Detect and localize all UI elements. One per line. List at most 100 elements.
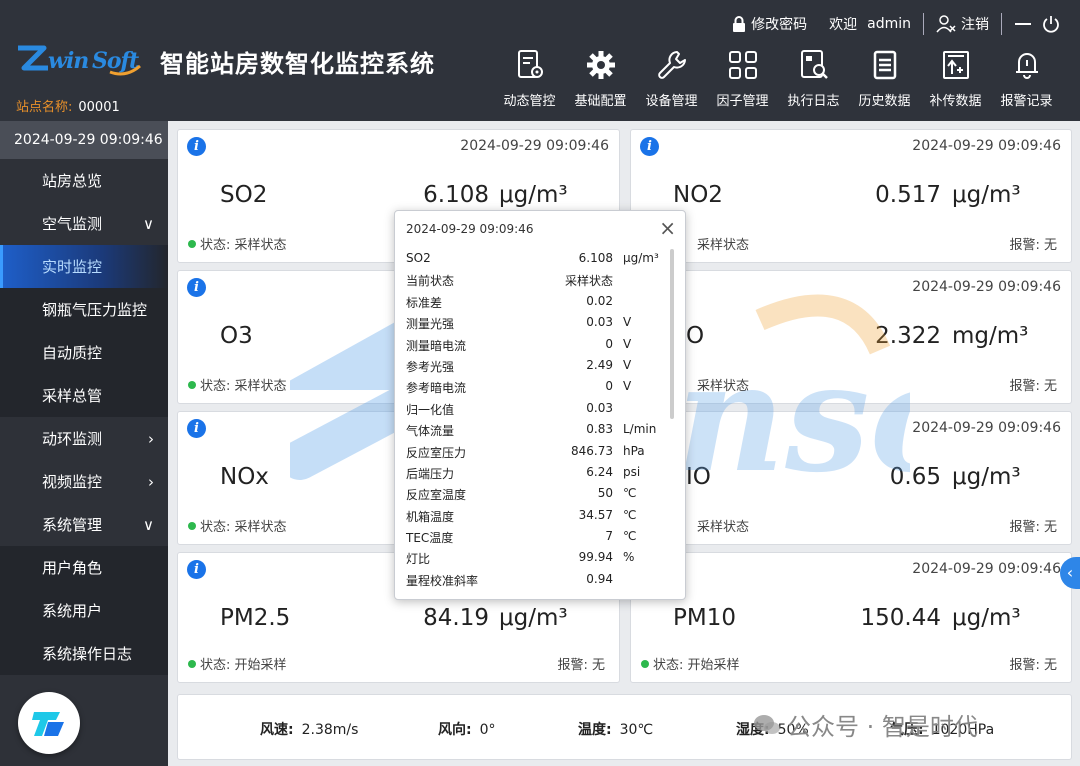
wrench-icon bbox=[657, 51, 686, 79]
row-value: 6.108 bbox=[578, 251, 613, 265]
row-value: 34.57 bbox=[578, 507, 613, 522]
pollutant-value: 0.65 bbox=[889, 464, 941, 490]
popup-row: TEC温度 7 ℃ bbox=[406, 526, 668, 547]
sidebar-item-sampling-manifold[interactable]: 采样总管 bbox=[0, 374, 168, 417]
row-value: 0 bbox=[605, 336, 613, 351]
sidebar-item-air-monitoring[interactable]: 空气监测 ∨ bbox=[0, 202, 168, 245]
sidebar-item-system-users[interactable]: 系统用户 bbox=[0, 589, 168, 632]
card-timestamp: 2024-09-29 09:09:46 bbox=[912, 561, 1061, 577]
temperature-label: 温度: bbox=[578, 722, 612, 738]
grid-icon bbox=[728, 51, 757, 79]
sidebar-item-auto-qc[interactable]: 自动质控 bbox=[0, 331, 168, 374]
row-unit: V bbox=[623, 379, 632, 394]
pollutant-card-pm10[interactable]: i 2024-09-29 09:09:46 PM10 150.44 μg/m³ … bbox=[630, 552, 1072, 683]
sidebar-item-user-roles[interactable]: 用户角色 bbox=[0, 546, 168, 589]
pollutant-card-co[interactable]: i 2024-09-29 09:09:46 O 2.322 mg/m³ 采样状态… bbox=[630, 270, 1072, 404]
sidebar-item-label: 视频监控 bbox=[42, 473, 103, 491]
pollutant-name: SO2 bbox=[220, 182, 268, 208]
row-unit: μg/m³ bbox=[623, 251, 659, 265]
sidebar-item-label: 站房总览 bbox=[42, 172, 103, 190]
info-icon[interactable]: i bbox=[187, 137, 206, 156]
close-icon[interactable]: × bbox=[659, 216, 676, 240]
wechat-watermark: 公众号 · 智是时代 bbox=[753, 707, 978, 742]
popup-scrollbar[interactable] bbox=[670, 249, 674, 419]
sidebar-item-video-monitoring[interactable]: 视频监控 › bbox=[0, 460, 168, 503]
wind-speed-label: 风速: bbox=[260, 722, 294, 738]
wechat-watermark-text: 公众号 · 智是时代 bbox=[787, 713, 978, 741]
sidebar-nav: 站房总览 空气监测 ∨ 实时监控 钢瓶气压力监控 自动质控 采样总管 动环监测 › … bbox=[0, 159, 168, 675]
sidebar: 2024-09-29 09:09:46 站房总览 空气监测 ∨ 实时监控 钢瓶气压… bbox=[0, 121, 168, 766]
sidebar-item-label: 空气监测 bbox=[42, 215, 103, 233]
status-text: 状态: 开始采样 bbox=[653, 658, 740, 673]
sidebar-item-label: 钢瓶气压力监控 bbox=[42, 301, 148, 319]
sidebar-item-cylinder-pressure[interactable]: 钢瓶气压力监控 bbox=[0, 288, 168, 331]
sidebar-item-env-monitoring[interactable]: 动环监测 › bbox=[0, 417, 168, 460]
toolbar-alarm-records[interactable]: 报警记录 bbox=[991, 48, 1062, 109]
popup-rows: SO2 6.108 μg/m³ 当前状态 采样状态 标准差 0.02 测量光强 0.03 V… bbox=[406, 248, 668, 590]
chevron-down-icon: ∨ bbox=[143, 515, 154, 534]
chevron-right-icon: › bbox=[148, 429, 154, 448]
toolbar-label: 补传数据 bbox=[929, 94, 982, 109]
chevron-down-icon: ∨ bbox=[143, 214, 154, 233]
pollutant-value: 2.322 bbox=[875, 323, 941, 349]
info-icon[interactable]: i bbox=[187, 419, 206, 438]
pollutant-value: 150.44 bbox=[860, 605, 941, 631]
row-label: 后端压力 bbox=[406, 466, 455, 481]
logout-button[interactable]: 注销 bbox=[936, 14, 989, 34]
pollutant-card-no2[interactable]: i 2024-09-29 09:09:46 NO2 0.517 μg/m³ 采样… bbox=[630, 129, 1072, 263]
username: admin bbox=[867, 16, 911, 32]
sidebar-item-label: 动环监测 bbox=[42, 430, 103, 448]
chevron-left-icon: ‹ bbox=[1066, 563, 1074, 582]
info-icon[interactable]: i bbox=[640, 137, 659, 156]
toolbar-device-management[interactable]: 设备管理 bbox=[636, 48, 707, 109]
power-icon bbox=[1043, 16, 1059, 33]
lock-icon bbox=[733, 16, 746, 32]
row-value: 0 bbox=[605, 379, 613, 394]
row-value: 846.73 bbox=[571, 443, 613, 458]
toolbar-basic-config[interactable]: 基础配置 bbox=[565, 48, 636, 109]
toolbar-label: 动态管控 bbox=[503, 94, 556, 109]
card-timestamp: 2024-09-29 09:09:46 bbox=[912, 279, 1061, 295]
minimize-button[interactable] bbox=[1014, 16, 1032, 32]
info-icon[interactable]: i bbox=[187, 278, 206, 297]
row-unit: % bbox=[623, 550, 635, 565]
toolbar-label: 因子管理 bbox=[716, 94, 769, 109]
toolbar-dynamic-control[interactable]: 动态管控 bbox=[494, 48, 565, 109]
card-status: 采样状态 bbox=[697, 375, 749, 394]
popup-row: 测量暗电流 0 V bbox=[406, 334, 668, 355]
sidebar-item-realtime-monitoring[interactable]: 实时监控 bbox=[0, 245, 168, 288]
sidebar-item-operation-log[interactable]: 系统操作日志 bbox=[0, 632, 168, 675]
sidebar-item-system-management[interactable]: 系统管理 ∨ bbox=[0, 503, 168, 546]
sidebar-item-station-overview[interactable]: 站房总览 bbox=[0, 159, 168, 202]
info-icon[interactable]: i bbox=[187, 560, 206, 579]
pollutant-name: NO2 bbox=[673, 182, 723, 208]
row-label: 机箱温度 bbox=[406, 509, 455, 524]
bell-icon bbox=[1015, 53, 1038, 79]
change-password-button[interactable]: 修改密码 bbox=[732, 14, 807, 34]
toolbar-history-data[interactable]: 历史数据 bbox=[849, 48, 920, 109]
welcome-text: 欢迎 bbox=[829, 17, 858, 33]
station-value: 00001 bbox=[78, 100, 120, 115]
row-unit: hPa bbox=[623, 443, 645, 458]
row-label: 测量光强 bbox=[406, 317, 455, 332]
row-label: 当前状态 bbox=[406, 274, 455, 289]
popup-row: 参考光强 2.49 V bbox=[406, 355, 668, 376]
row-value: 99.94 bbox=[578, 550, 613, 565]
popup-timestamp: 2024-09-29 09:09:46 bbox=[406, 222, 534, 236]
status-text: 采样状态 bbox=[697, 520, 750, 535]
pollutant-name: PM2.5 bbox=[220, 605, 291, 631]
power-button[interactable] bbox=[1042, 15, 1060, 33]
toolbar-factor-management[interactable]: 因子管理 bbox=[707, 48, 778, 109]
app-launcher-button[interactable] bbox=[18, 692, 80, 754]
header: win Soft 智能站房数智化监控系统 站点名称: 00001 修改密码 欢迎 … bbox=[0, 0, 1080, 121]
row-value: 0.94 bbox=[586, 571, 613, 586]
card-alarm: 报警: 无 bbox=[1009, 379, 1057, 394]
row-unit: psi bbox=[623, 464, 641, 479]
status-text: 采样状态 bbox=[697, 379, 750, 394]
status-text: 状态: 采样状态 bbox=[200, 520, 287, 535]
toolbar-resend-data[interactable]: 补传数据 bbox=[920, 48, 991, 109]
brand-logo: win Soft bbox=[14, 42, 142, 83]
pollutant-card-no[interactable]: i 2024-09-29 09:09:46 IO 0.65 μg/m³ 采样状态… bbox=[630, 411, 1072, 545]
toolbar-execution-log[interactable]: 执行日志 bbox=[778, 48, 849, 109]
status-dot-icon bbox=[188, 659, 196, 668]
